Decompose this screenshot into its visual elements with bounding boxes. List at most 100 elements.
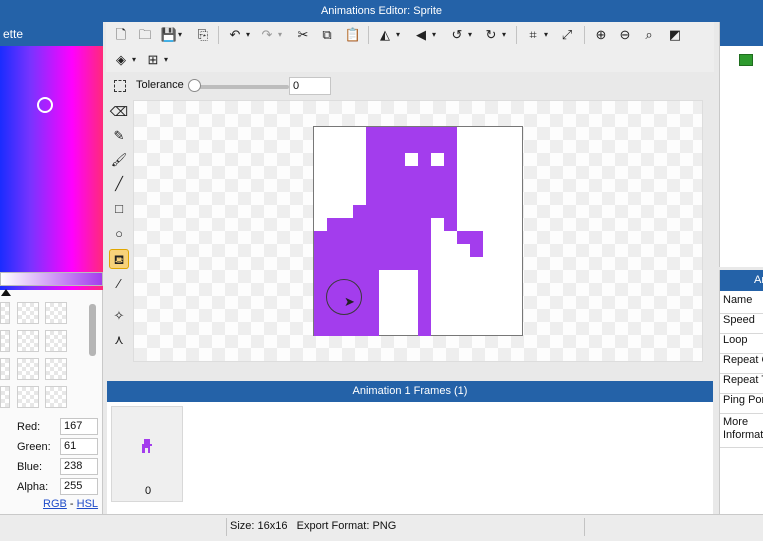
chevron-down-icon[interactable]: ▾ — [466, 26, 474, 44]
property-ping-pong[interactable]: Ping Pon — [720, 394, 763, 414]
move-point-icon[interactable]: ✧ — [109, 306, 129, 326]
rotate-right-icon[interactable]: ↻ — [482, 26, 500, 44]
color-mode-links: RGB - HSL — [43, 498, 98, 510]
alpha-label: Alpha: — [17, 481, 49, 493]
resize-icon[interactable]: ⤢ — [558, 26, 576, 44]
chevron-down-icon[interactable]: ▾ — [276, 26, 284, 44]
redo-icon[interactable]: ↷ — [258, 26, 276, 44]
swatch[interactable] — [45, 330, 67, 352]
property-speed[interactable]: Speed — [720, 314, 763, 334]
chevron-down-icon[interactable]: ▾ — [244, 26, 252, 44]
sprite-eye — [405, 153, 418, 166]
swatch[interactable] — [0, 330, 10, 352]
chevron-down-icon[interactable]: ▾ — [430, 26, 438, 44]
line-icon[interactable]: ╱ — [109, 174, 129, 194]
zoom-fit-icon[interactable]: ⌕ — [640, 26, 658, 44]
layers-icon[interactable]: ◈ — [112, 51, 130, 69]
chevron-down-icon[interactable]: ▾ — [176, 26, 184, 44]
properties-header: An — [720, 270, 763, 291]
grid-icon[interactable]: ⊞ — [144, 51, 162, 69]
sprite-pixel — [418, 270, 431, 336]
swatch[interactable] — [45, 358, 67, 380]
rgb-link[interactable]: RGB — [43, 498, 67, 510]
rotate-left-icon[interactable]: ↺ — [448, 26, 466, 44]
property-repeat-count[interactable]: Repeat C — [720, 354, 763, 374]
swatch[interactable] — [0, 358, 10, 380]
sprite-pixel — [327, 218, 431, 231]
fill-bucket-icon[interactable]: ⛾ — [109, 249, 129, 269]
brush-icon[interactable]: 🖌 — [109, 150, 129, 170]
chevron-down-icon[interactable]: ▾ — [130, 51, 138, 69]
cut-icon[interactable]: ✂ — [294, 26, 312, 44]
swatch[interactable] — [45, 302, 67, 324]
toolbar-divider — [584, 26, 585, 44]
property-repeat-time[interactable]: Repeat T — [720, 374, 763, 394]
status-text: Size: 16x16 Export Format: PNG — [230, 520, 397, 532]
alpha-marker-icon[interactable] — [1, 289, 11, 296]
blue-label: Blue: — [17, 461, 43, 473]
nodes-icon[interactable]: ⋏ — [109, 330, 129, 350]
eraser-icon[interactable]: ⌫ — [109, 102, 129, 122]
chevron-down-icon[interactable]: ▾ — [542, 26, 550, 44]
paste-icon[interactable]: 📋 — [344, 26, 362, 44]
tolerance-row: Tolerance 0 — [106, 76, 714, 98]
swatch[interactable] — [0, 302, 10, 324]
tolerance-input[interactable]: 0 — [289, 77, 331, 95]
frame-thumbnail[interactable]: 0 — [111, 406, 183, 502]
mode-separator: - — [69, 498, 74, 510]
status-divider — [584, 518, 585, 536]
alpha-slider[interactable] — [0, 272, 103, 286]
sprite-pixel — [314, 231, 431, 270]
flip-vertical-icon[interactable]: ◀ — [412, 26, 430, 44]
zoom-out-icon[interactable]: ⊖ — [616, 26, 634, 44]
invert-icon[interactable]: ◩ — [666, 26, 684, 44]
eyedropper-icon[interactable]: ⁄ — [109, 274, 129, 294]
pencil-icon[interactable]: ✎ — [109, 126, 129, 146]
swatch[interactable] — [17, 386, 39, 408]
property-name[interactable]: Name — [720, 294, 763, 314]
green-input[interactable]: 61 — [60, 438, 98, 455]
undo-icon[interactable]: ↶ — [226, 26, 244, 44]
open-folder-icon[interactable]: 🗀 — [136, 26, 154, 44]
swatch[interactable] — [17, 330, 39, 352]
crop-icon[interactable]: ⌗ — [524, 26, 542, 44]
chevron-down-icon[interactable]: ▾ — [394, 26, 402, 44]
swatch[interactable] — [17, 302, 39, 324]
palette-header: ette — [0, 22, 103, 46]
swatch-scrollbar[interactable] — [89, 304, 96, 356]
toolbar-divider — [218, 26, 219, 44]
ellipse-icon[interactable]: ○ — [109, 224, 129, 244]
rectangle-icon[interactable]: □ — [109, 199, 129, 219]
red-input[interactable]: 167 — [60, 418, 98, 435]
chevron-down-icon[interactable]: ▾ — [162, 51, 170, 69]
alpha-row: Alpha: 255 — [14, 478, 102, 498]
swatch[interactable] — [45, 386, 67, 408]
new-file-icon[interactable]: 🗋 — [112, 26, 130, 44]
color-picker-ring[interactable] — [37, 97, 53, 113]
sprite-pixel — [470, 244, 483, 257]
layer-thumbnail-icon[interactable] — [739, 54, 753, 66]
chevron-down-icon[interactable]: ▾ — [500, 26, 508, 44]
blue-input[interactable]: 238 — [60, 458, 98, 475]
copy-icon[interactable]: ⧉ — [318, 26, 336, 44]
tolerance-slider-thumb[interactable] — [188, 79, 201, 92]
rgba-fields: Red: 167 Green: 61 Blue: 238 Alpha: 255 — [14, 418, 102, 498]
layers-header — [720, 22, 763, 46]
flip-horizontal-icon[interactable]: ◭ — [376, 26, 394, 44]
green-label: Green: — [17, 441, 51, 453]
swatch[interactable] — [0, 386, 10, 408]
export-icon[interactable]: ⎘ — [194, 26, 212, 44]
hsl-link[interactable]: HSL — [77, 498, 98, 510]
zoom-in-icon[interactable]: ⊕ — [592, 26, 610, 44]
alpha-input[interactable]: 255 — [60, 478, 98, 495]
color-field[interactable] — [0, 46, 103, 290]
property-more-info[interactable]: More Informat — [720, 416, 763, 448]
tolerance-slider[interactable] — [191, 85, 289, 89]
frame-index: 0 — [144, 485, 152, 497]
tool-column: ⌫ ✎ 🖌 ╱ □ ○ ⛾ ⁄ ✧ ⋏ — [106, 100, 132, 358]
sprite-pixel — [366, 127, 457, 205]
swatch[interactable] — [17, 358, 39, 380]
sprite-eye — [431, 153, 444, 166]
selection-icon[interactable] — [114, 80, 126, 92]
property-loop[interactable]: Loop — [720, 334, 763, 354]
